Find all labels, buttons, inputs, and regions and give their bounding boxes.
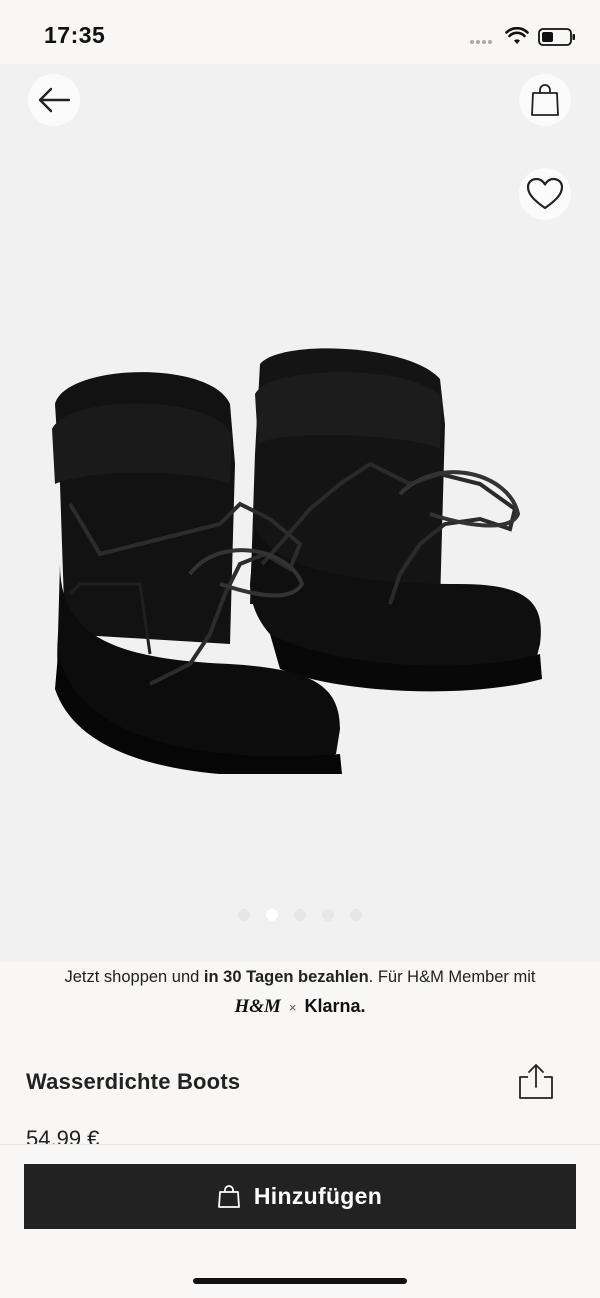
times-sign: × [288, 999, 297, 1015]
right-boot [250, 348, 542, 692]
favorite-button[interactable] [519, 168, 571, 220]
signal-dots-icon [470, 40, 498, 44]
battery-icon [538, 28, 575, 46]
carousel-dot[interactable] [294, 909, 306, 921]
klarna-banner[interactable]: Jetzt shoppen und in 30 Tagen bezahlen. … [0, 962, 600, 1032]
product-title: Wasserdichte Boots [26, 1069, 241, 1094]
back-button[interactable] [28, 74, 80, 126]
home-indicator[interactable] [193, 1278, 407, 1284]
add-to-bag-label: Hinzufügen [253, 1183, 383, 1209]
product-price: 54,99 € [26, 1126, 100, 1144]
heart-outline-icon [526, 177, 564, 210]
status-time: 17:35 [44, 22, 106, 48]
share-button[interactable] [516, 1063, 556, 1101]
klarna-logo: Klarna. [304, 996, 366, 1016]
add-to-bag-button[interactable]: Hinzufügen [24, 1164, 576, 1229]
partner-logos: H&M × Klarna. [0, 996, 600, 1018]
carousel-dot[interactable] [350, 909, 362, 921]
carousel-dot[interactable] [322, 909, 334, 921]
klarna-banner-text: Jetzt shoppen und in 30 Tagen bezahlen. … [0, 968, 600, 987]
arrow-left-icon [38, 87, 71, 113]
shopping-bag-button[interactable] [519, 74, 571, 126]
wifi-icon [505, 27, 529, 44]
shopping-bag-icon [217, 1184, 240, 1208]
share-icon [519, 1064, 553, 1099]
boots-image [52, 348, 542, 774]
bottom-action-bar: Hinzufügen [0, 1144, 600, 1298]
shopping-bag-icon [531, 84, 559, 116]
hm-logo: H&M [234, 996, 281, 1017]
klarna-text-part: . Für H&M Member mit [368, 968, 536, 986]
status-bar: 17:35 [0, 0, 600, 64]
klarna-text-bold: in 30 Tagen bezahlen [203, 968, 369, 986]
carousel-dot[interactable] [238, 909, 250, 921]
product-image-gallery[interactable] [0, 64, 600, 962]
klarna-text-part: Jetzt shoppen und [64, 968, 204, 986]
carousel-dots[interactable] [0, 909, 600, 923]
carousel-dot-active[interactable] [266, 909, 278, 921]
